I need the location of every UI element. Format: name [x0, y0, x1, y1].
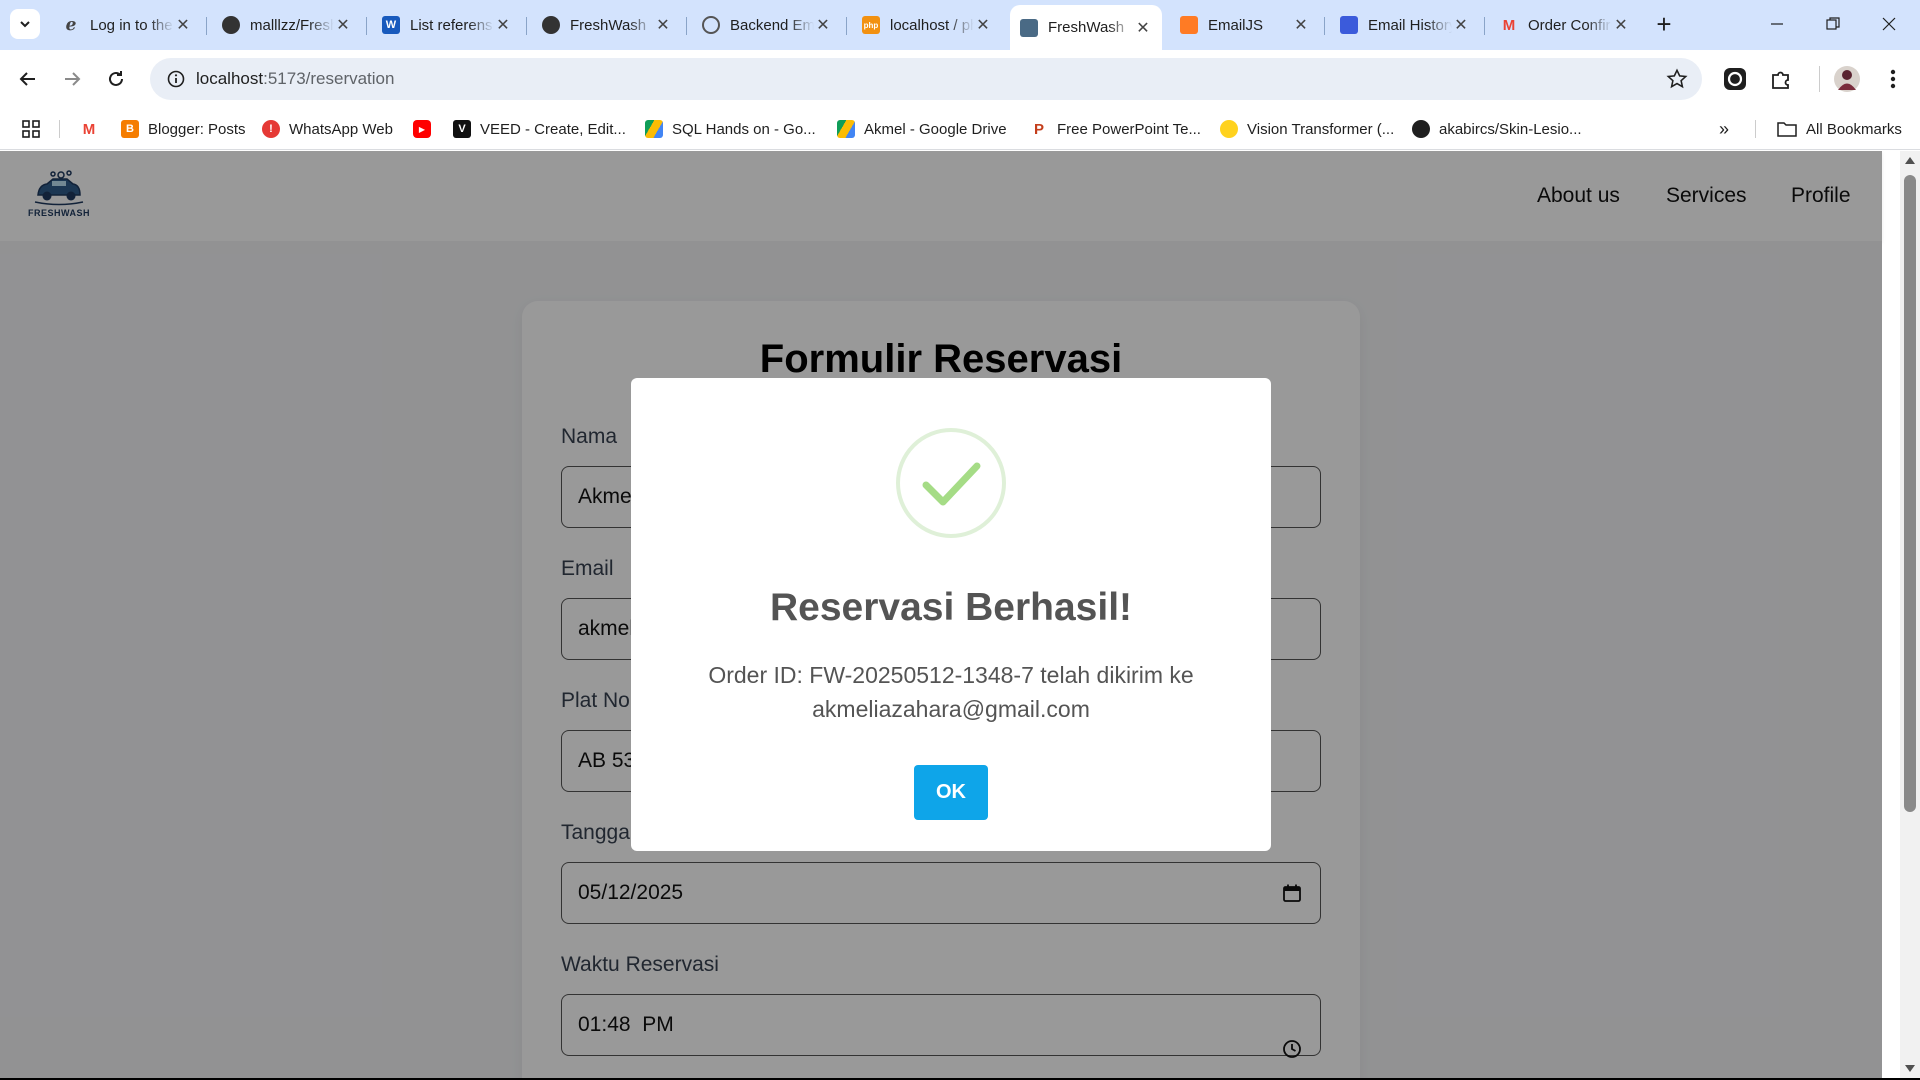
dialog-message: Order ID: FW-20250512-1348-7 telah dikir…	[708, 662, 1194, 722]
close-icon[interactable]: ✕	[1134, 18, 1152, 38]
close-icon[interactable]: ✕	[334, 15, 352, 35]
hugging-face-icon	[1220, 120, 1238, 138]
minimize-icon	[1771, 23, 1783, 25]
tab-github-freshwash[interactable]: FreshWash ✕	[532, 7, 682, 43]
blogger-icon: B	[121, 120, 139, 138]
restore-button[interactable]	[1810, 8, 1856, 40]
apps-button[interactable]	[22, 108, 40, 150]
window-close-button[interactable]	[1866, 8, 1912, 40]
close-icon[interactable]: ✕	[174, 15, 192, 35]
back-button[interactable]	[12, 63, 44, 95]
apps-grid-icon	[22, 120, 40, 138]
emailjs-icon	[1180, 16, 1198, 34]
globe-icon	[702, 16, 720, 34]
bookmark-sql-hands-on[interactable]: SQL Hands on - Go...	[645, 108, 816, 150]
phpmyadmin-icon: php	[862, 16, 880, 34]
chevron-double-right-icon: »	[1719, 118, 1730, 139]
reload-button[interactable]	[100, 63, 132, 95]
chevron-down-icon	[20, 21, 30, 28]
powerpoint-icon: P	[1033, 120, 1044, 138]
emailjs-shield-icon	[1340, 16, 1358, 34]
more-bookmarks-button[interactable]: »	[1719, 108, 1729, 150]
bookmark-youtube[interactable]: ▶	[413, 108, 431, 150]
bookmark-star-icon[interactable]	[1666, 68, 1688, 95]
success-dialog: Reservasi Berhasil! Order ID: FW-2025051…	[631, 378, 1271, 851]
browser-toolbar: localhost:5173/reservation	[0, 50, 1920, 108]
forward-button[interactable]	[56, 63, 88, 95]
ok-button[interactable]: OK	[914, 765, 988, 820]
tab-search-button[interactable]	[10, 9, 40, 39]
close-icon[interactable]: ✕	[1612, 15, 1630, 35]
bookmark-whatsapp[interactable]: ! WhatsApp Web	[262, 108, 393, 150]
bookmark-vision-transformer[interactable]: Vision Transformer (...	[1220, 108, 1394, 150]
bookmark-powerpoint[interactable]: P Free PowerPoint Te...	[1030, 108, 1201, 150]
close-icon	[1882, 17, 1896, 31]
close-icon[interactable]: ✕	[654, 15, 672, 35]
arrow-left-icon	[19, 72, 35, 86]
tab-backend-email[interactable]: Backend Email ✕	[692, 7, 842, 43]
tab-emailjs[interactable]: EmailJS ✕	[1170, 7, 1320, 43]
address-bar[interactable]: localhost:5173/reservation	[150, 58, 1702, 100]
site-info-icon[interactable]	[156, 70, 196, 88]
tab-phpmyadmin[interactable]: php localhost / phpMyAdmin ✕	[852, 7, 1002, 43]
reload-icon	[109, 71, 123, 86]
whatsapp-icon: !	[262, 120, 280, 138]
browser-tab-strip: ℯ Log in to the ✕ malllzz/FreshWash ✕ W …	[0, 0, 1920, 50]
bookmark-gmail[interactable]: M	[80, 108, 98, 150]
tab-word-list[interactable]: W List referensi ✕	[372, 7, 522, 43]
google-drive-icon	[837, 120, 855, 138]
bookmark-blogger[interactable]: B Blogger: Posts	[121, 108, 246, 150]
tab-login[interactable]: ℯ Log in to the ✕	[52, 7, 202, 43]
dialog-title: Reservasi Berhasil!	[769, 586, 1133, 629]
github-icon	[1412, 120, 1430, 138]
kebab-menu-icon	[1890, 69, 1896, 89]
github-icon	[542, 16, 560, 34]
scroll-down-arrow-icon[interactable]	[1905, 1065, 1915, 1072]
youtube-icon: ▶	[413, 120, 431, 138]
scrollbar-thumb[interactable]	[1904, 175, 1916, 812]
tab-email-history[interactable]: Email History ✕	[1330, 7, 1480, 43]
github-icon	[222, 16, 240, 34]
tab-freshwash-active[interactable]: FreshWash ✕	[1010, 5, 1162, 50]
puzzle-icon	[1772, 71, 1789, 89]
close-icon[interactable]: ✕	[814, 15, 832, 35]
new-tab-button[interactable]: +	[1650, 11, 1678, 39]
bookmark-github-skin-lesion[interactable]: akabircs/Skin-Lesio...	[1412, 108, 1582, 150]
restore-icon	[1826, 17, 1840, 30]
grammarly-icon	[1724, 68, 1746, 90]
bookmarks-bar: M B Blogger: Posts ! WhatsApp Web ▶ V VE…	[0, 108, 1920, 150]
url-text: localhost:5173/reservation	[196, 69, 395, 88]
profile-avatar[interactable]	[1831, 63, 1863, 95]
page-scrollbar[interactable]	[1900, 151, 1920, 1080]
close-icon[interactable]: ✕	[494, 15, 512, 35]
tab-github-freshwash-repo[interactable]: malllzz/FreshWash ✕	[212, 7, 362, 43]
google-drive-icon	[645, 120, 663, 138]
tab-order-confirmation[interactable]: M Order Confirmation ✕	[1490, 7, 1640, 43]
word-icon: W	[382, 16, 400, 34]
extensions-button[interactable]	[1765, 63, 1797, 95]
page-viewport: FRESHWASH About us Services Profile Form…	[0, 151, 1900, 1080]
close-icon[interactable]: ✕	[1452, 15, 1470, 35]
avatar-icon	[1834, 66, 1860, 92]
scroll-up-arrow-icon[interactable]	[1905, 157, 1915, 164]
bookmark-akmel-drive[interactable]: Akmel - Google Drive	[837, 108, 1007, 150]
close-icon[interactable]: ✕	[974, 15, 992, 35]
freshwash-icon	[1020, 18, 1038, 37]
minimize-button[interactable]	[1754, 8, 1800, 40]
arrow-right-icon	[65, 72, 81, 86]
gmail-icon: M	[1502, 16, 1516, 34]
all-bookmarks-button[interactable]: All Bookmarks	[1777, 108, 1902, 150]
veed-icon: V	[453, 120, 471, 138]
gmail-icon: M	[82, 120, 96, 138]
folder-icon	[1777, 122, 1797, 137]
extension-grammarly-button[interactable]	[1719, 63, 1751, 95]
success-check-icon	[896, 428, 1006, 538]
bookmark-veed[interactable]: V VEED - Create, Edit...	[453, 108, 626, 150]
close-icon[interactable]: ✕	[1292, 15, 1310, 35]
browser-menu-button[interactable]	[1877, 63, 1909, 95]
edge-e-icon: ℯ	[65, 15, 77, 34]
